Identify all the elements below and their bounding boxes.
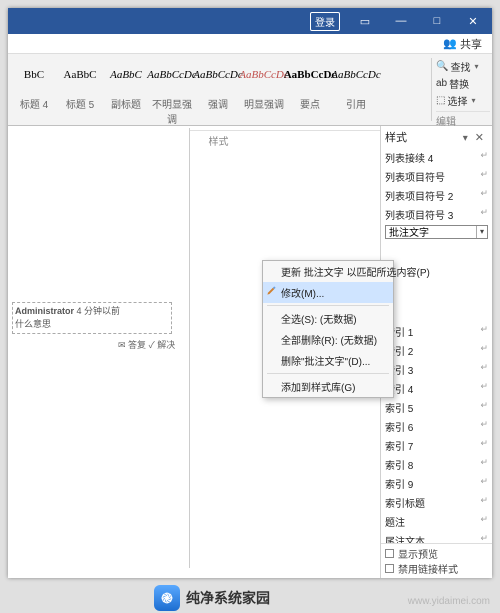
style-gallery-label: 强调 bbox=[196, 96, 240, 126]
style-list-item[interactable]: 题注↵ bbox=[381, 512, 492, 531]
style-list-item[interactable]: 索引 3↵ bbox=[381, 360, 492, 379]
share-button[interactable]: 共享 bbox=[460, 36, 482, 52]
share-bar: 👥 共享 bbox=[8, 34, 492, 54]
login-button[interactable]: 登录 bbox=[310, 12, 340, 31]
window-titlebar: 登录 ▭ — □ ✕ bbox=[8, 8, 492, 34]
style-gallery-label: 要点 bbox=[288, 96, 332, 126]
share-icon: 👥 bbox=[443, 37, 457, 50]
style-selector[interactable]: 批注文字 ▾ bbox=[385, 225, 488, 239]
styles-gallery[interactable]: BbCAaBbCAaBbCAaBbCcDcAaBbCcDcAaBbCcDcAaB… bbox=[8, 54, 429, 96]
menu-update-style[interactable]: 更新 批注文字 以匹配所选内容(P) bbox=[263, 261, 393, 282]
style-gallery-label: 不明显强调 bbox=[150, 96, 194, 126]
linked-label: 禁用链接样式 bbox=[398, 561, 458, 576]
style-gallery-item[interactable]: AaBbCcDc bbox=[288, 56, 332, 94]
comment-balloon[interactable]: Administrator 4 分钟以前 什么意思 bbox=[12, 302, 172, 334]
style-list-item[interactable]: 索引 8↵ bbox=[381, 455, 492, 474]
editing-group: 🔍 查找 ab 替换 ⬚ 选择 编辑 bbox=[434, 54, 492, 125]
ribbon: BbCAaBbCAaBbCAaBbCcDcAaBbCcDcAaBbCcDcAaB… bbox=[8, 54, 492, 126]
pane-options-icon[interactable]: ▾ bbox=[463, 133, 468, 144]
style-list-item[interactable]: 索引 7↵ bbox=[381, 436, 492, 455]
pane-footer: 显示预览 禁用链接样式 bbox=[381, 543, 492, 578]
style-list-item[interactable]: 尾注文本↵ bbox=[381, 531, 492, 543]
preview-checkbox[interactable] bbox=[385, 549, 394, 558]
find-button[interactable]: 🔍 查找 bbox=[436, 58, 490, 75]
styles-pane: 样式 ▾ ✕ 列表接续 4↵列表项目符号↵列表项目符号 2↵列表项目符号 3↵列… bbox=[380, 126, 492, 578]
style-gallery-label: 明显强调 bbox=[242, 96, 286, 126]
style-list-item[interactable]: 索引 2↵ bbox=[381, 341, 492, 360]
select-button[interactable]: ⬚ 选择 bbox=[436, 92, 490, 109]
replace-button[interactable]: ab 替换 bbox=[436, 75, 490, 92]
style-gallery-label: 引用 bbox=[334, 96, 378, 126]
brush-icon bbox=[266, 285, 277, 296]
style-list-item[interactable]: 索引 5↵ bbox=[381, 398, 492, 417]
style-gallery-item[interactable]: AaBbCcDc bbox=[196, 56, 240, 94]
style-dropdown-icon[interactable]: ▾ bbox=[476, 226, 484, 238]
style-gallery-label: 标题 4 bbox=[12, 96, 56, 126]
ribbon-display-options[interactable]: ▭ bbox=[350, 8, 380, 34]
style-gallery-item[interactable]: AaBbCcDc bbox=[150, 56, 194, 94]
style-list-item[interactable]: 列表接续 4↵ bbox=[381, 148, 492, 167]
pane-title: 样式 bbox=[385, 129, 407, 145]
pane-close-icon[interactable]: ✕ bbox=[471, 132, 488, 144]
close-button[interactable]: ✕ bbox=[458, 8, 488, 34]
style-list-item[interactable]: 索引标题↵ bbox=[381, 493, 492, 512]
style-gallery-item[interactable]: AaBbCcDc bbox=[242, 56, 286, 94]
style-list-item[interactable]: 索引 6↵ bbox=[381, 417, 492, 436]
reply-button[interactable]: ✉ 答复 bbox=[118, 340, 146, 350]
maximize-button[interactable]: □ bbox=[422, 8, 452, 34]
style-list-item[interactable]: 列表项目符号 3↵ bbox=[381, 205, 492, 222]
resolve-button[interactable]: ✓ 解决 bbox=[149, 340, 176, 350]
style-gallery-item[interactable]: AaBbC bbox=[104, 56, 148, 94]
style-gallery-label: 副标题 bbox=[104, 96, 148, 126]
comment-actions: ✉ 答复 ✓ 解决 bbox=[118, 338, 175, 351]
brand-logo: ֎ 纯净系统家园 bbox=[154, 585, 270, 611]
menu-add-to-gallery[interactable]: 添加到样式库(G) bbox=[263, 376, 393, 397]
menu-remove-all[interactable]: 全部删除(R): (无数据) bbox=[263, 329, 393, 350]
comment-author: Administrator bbox=[15, 306, 74, 316]
style-gallery-item[interactable]: AaBbC bbox=[58, 56, 102, 94]
watermark: www.yidaimei.com bbox=[408, 596, 490, 607]
style-gallery-label: 标题 5 bbox=[58, 96, 102, 126]
minimize-button[interactable]: — bbox=[386, 8, 416, 34]
style-gallery-item[interactable]: BbC bbox=[12, 56, 56, 94]
style-list-item[interactable]: 索引 4↵ bbox=[381, 379, 492, 398]
current-style-label: 批注文字 bbox=[389, 224, 429, 239]
style-list-item[interactable]: 列表项目符号 2↵ bbox=[381, 186, 492, 205]
brand-icon: ֎ bbox=[154, 585, 180, 611]
style-list-item[interactable]: 列表项目符号↵ bbox=[381, 167, 492, 186]
linked-checkbox[interactable] bbox=[385, 564, 394, 573]
style-context-menu: 更新 批注文字 以匹配所选内容(P) 修改(M)... 全选(S): (无数据)… bbox=[262, 260, 394, 398]
preview-label: 显示预览 bbox=[398, 546, 438, 561]
style-list-item[interactable]: 索引 1↵ bbox=[381, 322, 492, 341]
style-list-item[interactable]: 索引 9↵ bbox=[381, 474, 492, 493]
style-gallery-item[interactable]: AaBbCcDc bbox=[334, 56, 378, 94]
menu-modify-style[interactable]: 修改(M)... bbox=[263, 282, 393, 303]
menu-delete-style[interactable]: 删除"批注文字"(D)... bbox=[263, 350, 393, 371]
comment-time: 4 分钟以前 bbox=[77, 306, 121, 316]
menu-select-all[interactable]: 全选(S): (无数据) bbox=[263, 308, 393, 329]
comment-text: 什么意思 bbox=[15, 319, 51, 329]
